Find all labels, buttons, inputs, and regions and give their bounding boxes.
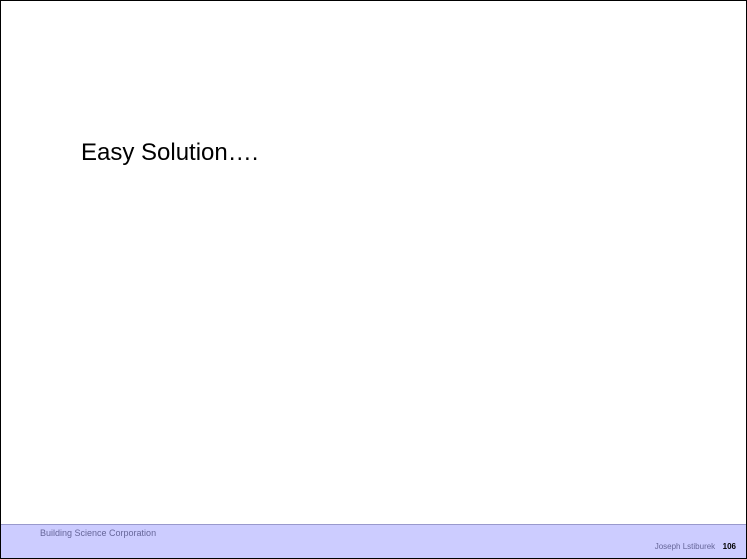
footer-right-group: Joseph Lstiburek 106 <box>655 536 736 554</box>
footer-bar: Building Science Corporation Joseph Lsti… <box>1 524 746 558</box>
slide-title: Easy Solution…. <box>81 139 259 166</box>
footer-organization: Building Science Corporation <box>40 528 157 538</box>
footer-author: Joseph Lstiburek <box>654 542 716 551</box>
slide: Easy Solution…. Building Science Corpora… <box>0 0 747 559</box>
page-number: 106 <box>722 542 736 551</box>
